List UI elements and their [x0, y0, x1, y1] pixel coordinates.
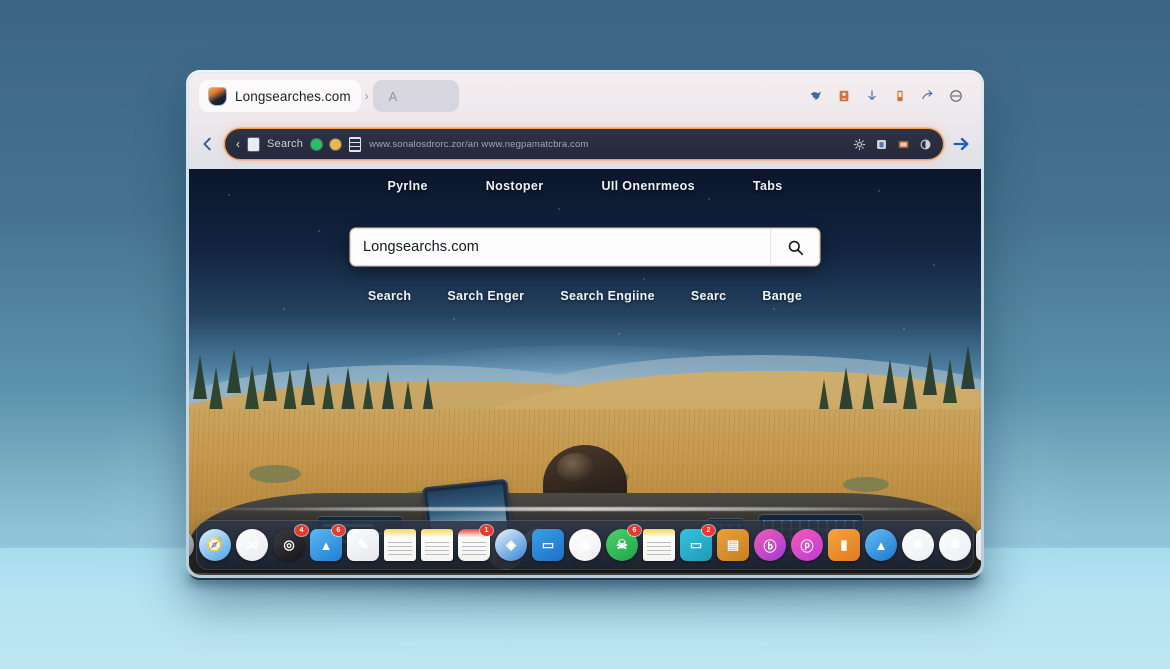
page-nav: Pyrlne Nostoper UIl Onenrmeos Tabs	[189, 179, 981, 193]
quick-link-0[interactable]: Search	[368, 289, 412, 303]
dock: ◉🧭⋊◎4▲6✎1◈▭◍☠6▭2▤ⓑⓟ▮▲❋❋📷	[189, 521, 981, 569]
download-arrow-icon[interactable]	[865, 89, 879, 103]
dock-item-sketch-app[interactable]: ✎	[347, 529, 379, 561]
badge-count: 6	[628, 525, 641, 536]
address-bar[interactable]: ‹ Search www.sonalosdrorc.zor/an www.neg…	[225, 129, 943, 159]
contact-card-icon[interactable]	[837, 89, 851, 103]
dock-item-appstore-app-2[interactable]: ▲	[865, 529, 897, 561]
tab-new[interactable]: A	[372, 80, 459, 112]
dock-item-keynote-app[interactable]: ▮	[828, 529, 860, 561]
browser-window: Longsearches.com › A ‹ Search www.sonalo…	[186, 70, 984, 578]
dock-item-notes-app-1[interactable]	[384, 529, 416, 561]
search-button[interactable]	[770, 229, 819, 265]
tab-ghost-label: A	[388, 88, 398, 104]
back-arrow-icon	[203, 137, 211, 151]
omnibox-search-label: Search	[267, 138, 304, 150]
browser-chrome: Longsearches.com › A ‹ Search www.sonalo…	[189, 73, 981, 169]
tab-strip: Longsearches.com › A	[189, 73, 981, 119]
dock-item-notes-app-2[interactable]	[421, 529, 453, 561]
dock-item-photos-app-2[interactable]: ❋	[939, 529, 971, 561]
dock-item-messages-app[interactable]: ▭ 2	[680, 525, 715, 561]
battery-icon[interactable]	[893, 89, 907, 103]
tab-strip-icons	[809, 89, 971, 103]
nav-link-3[interactable]: Tabs	[753, 179, 783, 193]
search-box[interactable]	[351, 229, 819, 265]
dashboard-rim-light	[189, 507, 981, 511]
dock-item-chrome-app[interactable]: ◍	[569, 529, 601, 561]
stars	[189, 169, 981, 369]
omnibox-actions	[853, 138, 932, 151]
forward-arrow-icon	[953, 137, 969, 151]
search-area	[351, 229, 819, 265]
sage-bush	[843, 477, 889, 492]
share-arrow-icon[interactable]	[921, 89, 935, 103]
forward-button[interactable]	[950, 133, 972, 155]
contrast-icon[interactable]	[919, 138, 932, 151]
dock-item-display-app[interactable]: ▭	[532, 529, 564, 561]
dock-item-wallet-app[interactable]: ▤	[717, 529, 749, 561]
quick-link-1[interactable]: Sarch Enger	[447, 289, 524, 303]
scene: Longsearches.com › A ‹ Search www.sonalo…	[0, 0, 1170, 669]
gear-icon[interactable]	[853, 138, 866, 151]
dock-item-appstore-app[interactable]: ▲ 6	[310, 525, 345, 561]
omnibox-back-icon[interactable]: ‹	[236, 137, 240, 151]
sage-bush	[249, 465, 301, 483]
extension-icon[interactable]	[875, 138, 888, 151]
dock-item-x-app[interactable]: ⋊	[236, 529, 268, 561]
tab-title: Longsearches.com	[235, 88, 351, 104]
favicon-icon	[209, 87, 226, 105]
media-icon[interactable]	[897, 138, 910, 151]
dock-item-safari-app[interactable]: 🧭	[199, 529, 231, 561]
hair-highlight	[557, 453, 595, 483]
tab-longsearches[interactable]: Longsearches.com	[199, 80, 361, 112]
nav-link-1[interactable]: Nostoper	[486, 179, 544, 193]
search-icon	[788, 240, 803, 255]
quick-link-2[interactable]: Search Engiine	[560, 289, 655, 303]
dock-item-news-app[interactable]: 1	[458, 525, 493, 561]
dock-item-podcasts-app[interactable]: ◎ 4	[273, 525, 308, 561]
quick-links: Search Sarch Enger Search Engiine Searc …	[189, 289, 981, 303]
nav-link-2[interactable]: UIl Onenrmeos	[601, 179, 694, 193]
status-dot-amber	[330, 138, 342, 150]
reader-icon[interactable]	[349, 136, 362, 152]
back-button[interactable]	[198, 134, 218, 154]
chevron-right-icon: ›	[364, 89, 369, 103]
badge-count: 1	[480, 525, 493, 536]
bird-icon[interactable]	[809, 89, 823, 103]
dock-item-shield-app[interactable]: ☠ 6	[606, 525, 641, 561]
quick-link-3[interactable]: Searc	[691, 289, 727, 303]
account-circle-icon[interactable]	[949, 89, 963, 103]
badge-count: 4	[295, 525, 308, 536]
url-text: www.sonalosdrorc.zor/an www.negpamatcbra…	[369, 138, 589, 150]
screen: Longsearches.com › A ‹ Search www.sonalo…	[189, 73, 981, 575]
search-input[interactable]	[351, 229, 770, 265]
page-icon	[248, 137, 259, 151]
dock-item-pages-app[interactable]	[643, 529, 675, 561]
dock-item-photos-app-1[interactable]: ❋	[902, 529, 934, 561]
dock-item-photobooth-app[interactable]: 📷	[976, 529, 981, 561]
badge-count: 6	[332, 525, 345, 536]
dock-item-instagram-app[interactable]: ⓑ	[754, 529, 786, 561]
dock-item-compass-app[interactable]: ◈	[495, 529, 527, 561]
nav-link-0[interactable]: Pyrlne	[387, 179, 427, 193]
status-dot-green	[311, 138, 323, 150]
badge-count: 2	[702, 525, 715, 536]
address-bar-row: ‹ Search www.sonalosdrorc.zor/an www.neg…	[189, 119, 981, 169]
page-content: Pyrlne Nostoper UIl Onenrmeos Tabs Longs…	[189, 169, 981, 575]
dock-item-pinterest-app[interactable]: ⓟ	[791, 529, 823, 561]
quick-link-4[interactable]: Bange	[762, 289, 802, 303]
